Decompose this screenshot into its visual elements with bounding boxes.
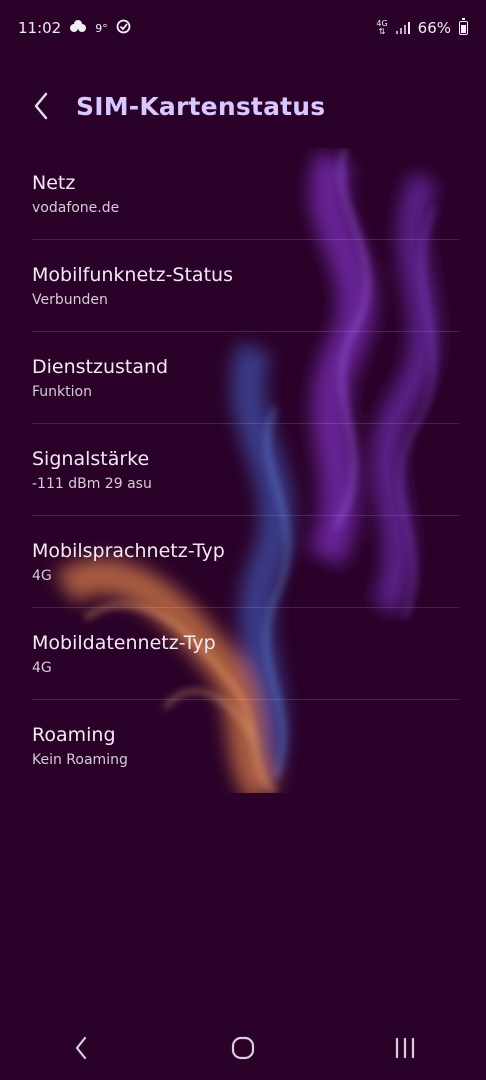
signal-icon — [395, 22, 410, 34]
row-value: 4G — [32, 568, 52, 584]
sim-status-card: Netz vodafone.de Mobilfunknetz-Status Ve… — [5, 148, 481, 793]
row-title: Mobildatennetz-Typ — [32, 632, 216, 654]
row-value: Kein Roaming — [32, 752, 128, 768]
chevron-left-icon — [34, 92, 48, 120]
status-bar: 11:02 9° 4G ⇅ 66% — [0, 0, 486, 56]
clock: 11:02 — [18, 19, 62, 37]
row-roaming[interactable]: Roaming Kein Roaming — [5, 700, 481, 792]
row-netz[interactable]: Netz vodafone.de — [5, 148, 481, 240]
row-mobildatennetz-typ[interactable]: Mobildatennetz-Typ 4G — [5, 608, 481, 700]
nav-home-button[interactable] — [203, 1018, 283, 1078]
row-dienstzustand[interactable]: Dienstzustand Funktion — [5, 332, 481, 424]
battery-percent: 66% — [417, 19, 451, 37]
row-signalstaerke[interactable]: Signalstärke -111 dBm 29 asu — [5, 424, 481, 516]
row-value: Funktion — [32, 384, 92, 400]
row-title: Signalstärke — [32, 448, 150, 470]
check-circle-icon — [116, 19, 131, 38]
status-left: 11:02 9° — [18, 19, 131, 38]
row-value: vodafone.de — [32, 200, 120, 216]
temperature: 9° — [95, 21, 108, 35]
navigation-bar — [0, 1016, 486, 1080]
row-title: Mobilsprachnetz-Typ — [32, 540, 225, 562]
row-mobilsprachnetz-typ[interactable]: Mobilsprachnetz-Typ 4G — [5, 516, 481, 608]
row-title: Roaming — [32, 724, 116, 746]
row-title: Netz — [32, 172, 76, 194]
nav-recents-button[interactable] — [365, 1018, 445, 1078]
row-title: Dienstzustand — [32, 356, 169, 378]
row-mobilfunknetz-status[interactable]: Mobilfunknetz-Status Verbunden — [5, 240, 481, 332]
back-icon — [75, 1036, 87, 1060]
arrows-glyph: ⇅ — [378, 27, 386, 36]
cloud-icon — [69, 19, 87, 37]
row-title: Mobilfunknetz-Status — [32, 264, 233, 286]
recents-icon — [395, 1037, 415, 1059]
row-value: 4G — [32, 660, 52, 676]
back-button[interactable] — [18, 83, 64, 129]
row-value: -111 dBm 29 asu — [32, 476, 152, 492]
home-icon — [231, 1036, 255, 1060]
app-bar: SIM-Kartenstatus — [0, 76, 486, 136]
page-title: SIM-Kartenstatus — [76, 91, 326, 121]
nav-back-button[interactable] — [41, 1018, 121, 1078]
status-right: 4G ⇅ 66% — [376, 18, 468, 37]
row-value: Verbunden — [32, 292, 108, 308]
status-list: Netz vodafone.de Mobilfunknetz-Status Ve… — [5, 148, 481, 792]
battery-icon — [459, 18, 468, 35]
data-arrows-icon: 4G ⇅ — [376, 20, 387, 36]
